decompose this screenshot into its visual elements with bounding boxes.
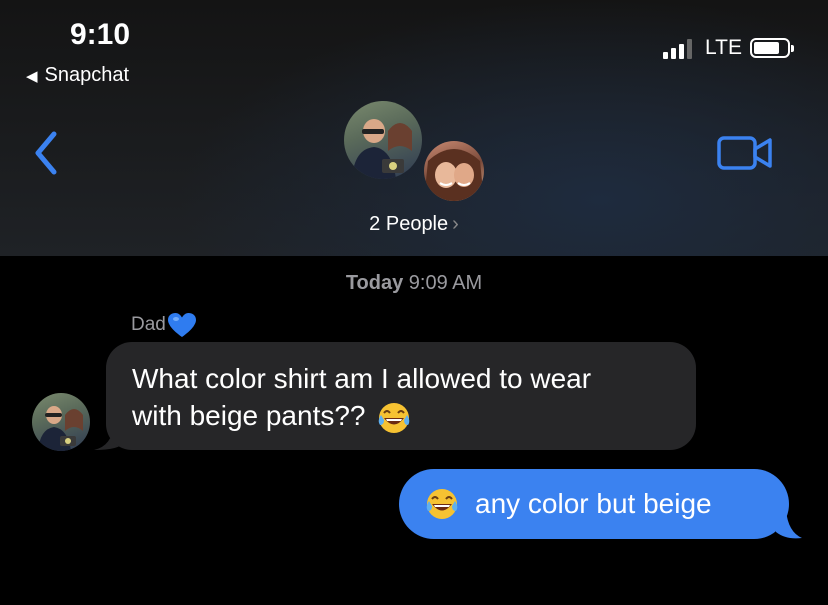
conversation-header: 9:10 ◀ Snapchat LTE 2 People › (0, 0, 828, 256)
sender-name: Dad (131, 312, 197, 338)
network-type: LTE (705, 36, 742, 59)
outgoing-message-text: any color but beige (475, 488, 712, 519)
group-members-label: 2 People (369, 213, 449, 235)
incoming-message[interactable]: What color shirt am I allowed to wear wi… (106, 342, 696, 450)
status-indicators: LTE (663, 36, 794, 60)
back-triangle-icon: ◀ (26, 67, 38, 85)
incoming-message-line1: What color shirt am I allowed to wear (132, 363, 592, 394)
tears-of-joy-icon (379, 402, 410, 433)
sender-label: Dad (131, 314, 166, 335)
blue-heart-icon (167, 313, 196, 337)
back-app-label: Snapchat (44, 64, 130, 86)
tears-of-joy-icon (426, 489, 458, 519)
chevron-left-icon (35, 131, 57, 175)
signal-strength-icon (663, 37, 695, 59)
video-camera-icon (717, 136, 772, 170)
back-to-app-link[interactable]: ◀ Snapchat (26, 64, 129, 87)
avatar-photo (352, 119, 412, 179)
avatar-photo (38, 406, 83, 451)
back-button[interactable] (28, 128, 68, 178)
outgoing-message[interactable]: any color but beige (399, 469, 789, 539)
video-call-button[interactable] (716, 134, 774, 177)
group-members-link[interactable]: 2 People › (0, 213, 828, 236)
timestamp-time: 9:09 AM (408, 272, 483, 294)
sender-avatar[interactable] (32, 393, 90, 451)
group-avatar-friend[interactable] (424, 141, 484, 201)
group-avatar-dad[interactable] (344, 101, 422, 179)
status-time: 9:10 (70, 18, 131, 51)
chevron-right-icon: › (452, 213, 459, 235)
battery-icon (750, 38, 790, 58)
message-timestamp: Today 9:09 AM (0, 272, 828, 295)
incoming-message-line2: with beige pants?? (132, 400, 366, 431)
battery-nub (791, 44, 794, 52)
avatar-photo (424, 149, 484, 201)
timestamp-day: Today (345, 272, 404, 294)
